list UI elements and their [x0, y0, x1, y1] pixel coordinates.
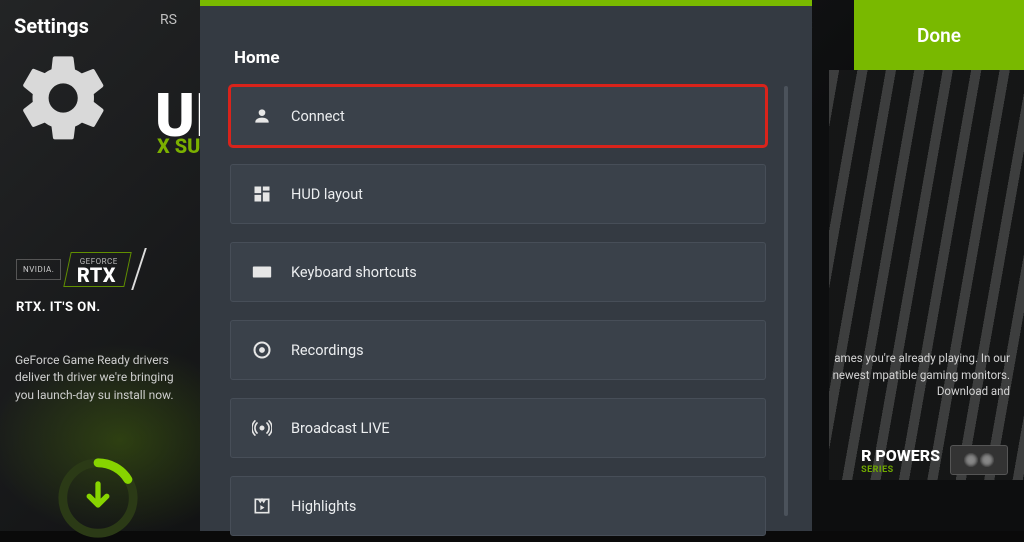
highlights-icon	[251, 495, 273, 517]
done-button[interactable]: Done	[854, 0, 1024, 70]
right-badge-line1: R POWERS	[861, 446, 940, 465]
broadcast-icon	[251, 417, 273, 439]
settings-title: Settings	[14, 14, 186, 38]
menu-item-keyboard-shortcuts[interactable]: Keyboard shortcuts	[230, 242, 766, 302]
download-ring-icon	[54, 454, 142, 542]
rtx-big-label: RTX	[77, 266, 116, 284]
keyboard-icon	[251, 261, 273, 283]
menu-item-label: Connect	[291, 108, 345, 125]
menu-item-broadcast-live[interactable]: Broadcast LIVE	[230, 398, 766, 458]
nvidia-brand-chip: NVIDIA.	[16, 259, 61, 280]
right-description: ames you're already playing. In our newe…	[815, 350, 1010, 400]
right-series-badge: R POWERS SERIES	[861, 445, 1008, 475]
menu-item-hud-layout[interactable]: HUD layout	[230, 164, 766, 224]
person-icon	[251, 105, 273, 127]
scrollbar[interactable]	[784, 86, 788, 516]
rtx-badge: NVIDIA. GEFORCE RTX	[16, 248, 140, 290]
menu-item-recordings[interactable]: Recordings	[230, 320, 766, 380]
overlay-settings-panel: Home Connect HUD layout Keyboard shortcu…	[200, 0, 812, 531]
menu-item-label: Keyboard shortcuts	[291, 264, 417, 281]
gpu-mini-icon	[950, 445, 1008, 475]
right-badge-line2: SERIES	[861, 465, 940, 475]
record-icon	[251, 339, 273, 361]
menu-item-highlights[interactable]: Highlights	[230, 476, 766, 536]
panel-title: Home	[234, 48, 794, 68]
gear-icon	[14, 48, 186, 148]
menu-item-label: Highlights	[291, 498, 356, 515]
right-background-stripes	[829, 70, 1024, 480]
menu-item-label: Recordings	[291, 342, 364, 359]
left-description: GeForce Game Ready drivers deliver th dr…	[15, 352, 195, 404]
menu-item-label: Broadcast LIVE	[291, 420, 390, 437]
menu-item-connect[interactable]: Connect	[230, 86, 766, 146]
grid-icon	[251, 183, 273, 205]
menu-item-label: HUD layout	[291, 186, 363, 203]
rtx-tagline: RTX. IT'S ON.	[16, 300, 101, 315]
